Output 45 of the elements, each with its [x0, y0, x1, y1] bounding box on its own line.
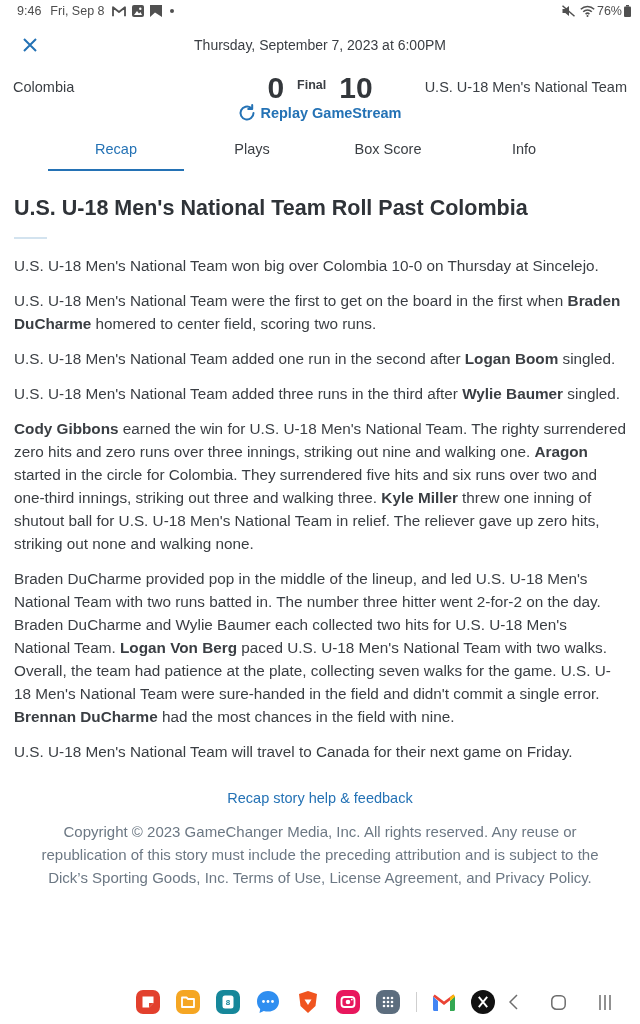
article-paragraph: U.S. U-18 Men's National Team added three runs in the third after Wylie Baumer singled. [14, 383, 622, 404]
battery-percent: 76% [596, 2, 622, 20]
game-datetime: Thursday, September 7, 2023 at 6:00PM [193, 35, 447, 55]
article-paragraph: Cody Gibbons earned the win for U.S. U-18 Men's National Team. The righty surrendered zero hits and zero runs over three innings, striking out nine and walking one. Aragon started in the circle for Colombia. They surrendered five hits and six runs over two and one-third innings, striking out three and walking three. Kyle Miller threw one inning of shutout ball for U.S. U-18 Men's National Team in relief. The reliever gave up zero hits, striking out none and walking none. [14, 418, 626, 554]
dot-icon [169, 9, 174, 13]
refresh-icon [238, 104, 257, 122]
article-paragraph: U.S. U-18 Men's National Team will travel to Canada for their next game on Friday. [14, 741, 574, 762]
close-icon [23, 38, 37, 52]
home-team-name: U.S. U-18 Men's National Team [424, 78, 627, 98]
camera-icon[interactable] [336, 990, 360, 1014]
game-status: Final [297, 76, 327, 94]
app-grid-icon[interactable] [376, 990, 400, 1014]
article-paragraph: Braden DuCharme provided pop in the middle of the lineup, and led U.S. U-18 Men's National Team with two runs batted in. The number three hitter went 2-for-2 on the day. Braden DuCharme and Wylie Baumer each collected two hits for U.S. U-18 Men's National Team. Logan Von Berg paced U.S. U-18 Men's National Team with two walks. Overall, the team had patience at the plate, collecting seven walks for the game. U.S. U-18 Men's National Team were sure-handed in the field and didn't commit a single error. Brennan DuCharme had the most chances in the field with nine. [14, 568, 612, 727]
copyright-text: Copyright © 2023 GameChanger Media, Inc. All rights reserved. Any reuse or republication of this story must include the preceding attribution and is subject to the Dick’s Sporting Goods, Inc. Terms of Use, License Agreement, and Privacy Policy. [40, 821, 600, 888]
back-icon[interactable] [509, 994, 518, 1010]
article-title: U.S. U-18 Men's National Team Roll Past Colombia [14, 194, 529, 222]
notes-icon[interactable] [136, 990, 160, 1014]
tab[interactable]: Info [456, 133, 592, 171]
replay-link[interactable]: Replay GameStream [238, 104, 402, 122]
shield-icon[interactable] [296, 990, 320, 1014]
article-paragraph: U.S. U-18 Men's National Team were the first to get on the board in the first when Braden DuCharme homered to center field, scoring two runs. [14, 290, 622, 334]
recents-icon[interactable] [599, 994, 611, 1010]
tab[interactable]: Box Score [320, 133, 456, 171]
notification-icon [149, 5, 162, 17]
mute-icon [561, 5, 575, 17]
status-time: 9:46 [17, 2, 42, 20]
battery-icon [624, 5, 631, 17]
mail-icon [111, 5, 126, 17]
article-paragraph: U.S. U-18 Men's National Team won big over Colombia 10-0 on Thursday at Sincelejo. [14, 255, 600, 276]
close-button[interactable] [23, 38, 39, 52]
home-icon[interactable] [551, 994, 566, 1010]
chat-icon[interactable] [256, 990, 280, 1014]
article-paragraph: U.S. U-18 Men's National Team added one run in the second after Logan Boom singled. [14, 348, 617, 369]
wifi-icon [579, 5, 595, 17]
away-score: 0 [267, 72, 285, 104]
tab[interactable]: Recap [48, 133, 184, 171]
away-team-name: Colombia [13, 78, 75, 98]
calendar-icon[interactable]: 8 [216, 990, 240, 1014]
x-mark-icon[interactable] [471, 990, 495, 1014]
home-score: 10 [339, 72, 373, 104]
image-icon [131, 5, 144, 17]
help-link[interactable]: Recap story help & feedback [227, 786, 413, 809]
tab[interactable]: Plays [184, 133, 320, 171]
status-date: Fri, Sep 8 [50, 2, 105, 20]
mail-icon[interactable] [433, 993, 455, 1011]
